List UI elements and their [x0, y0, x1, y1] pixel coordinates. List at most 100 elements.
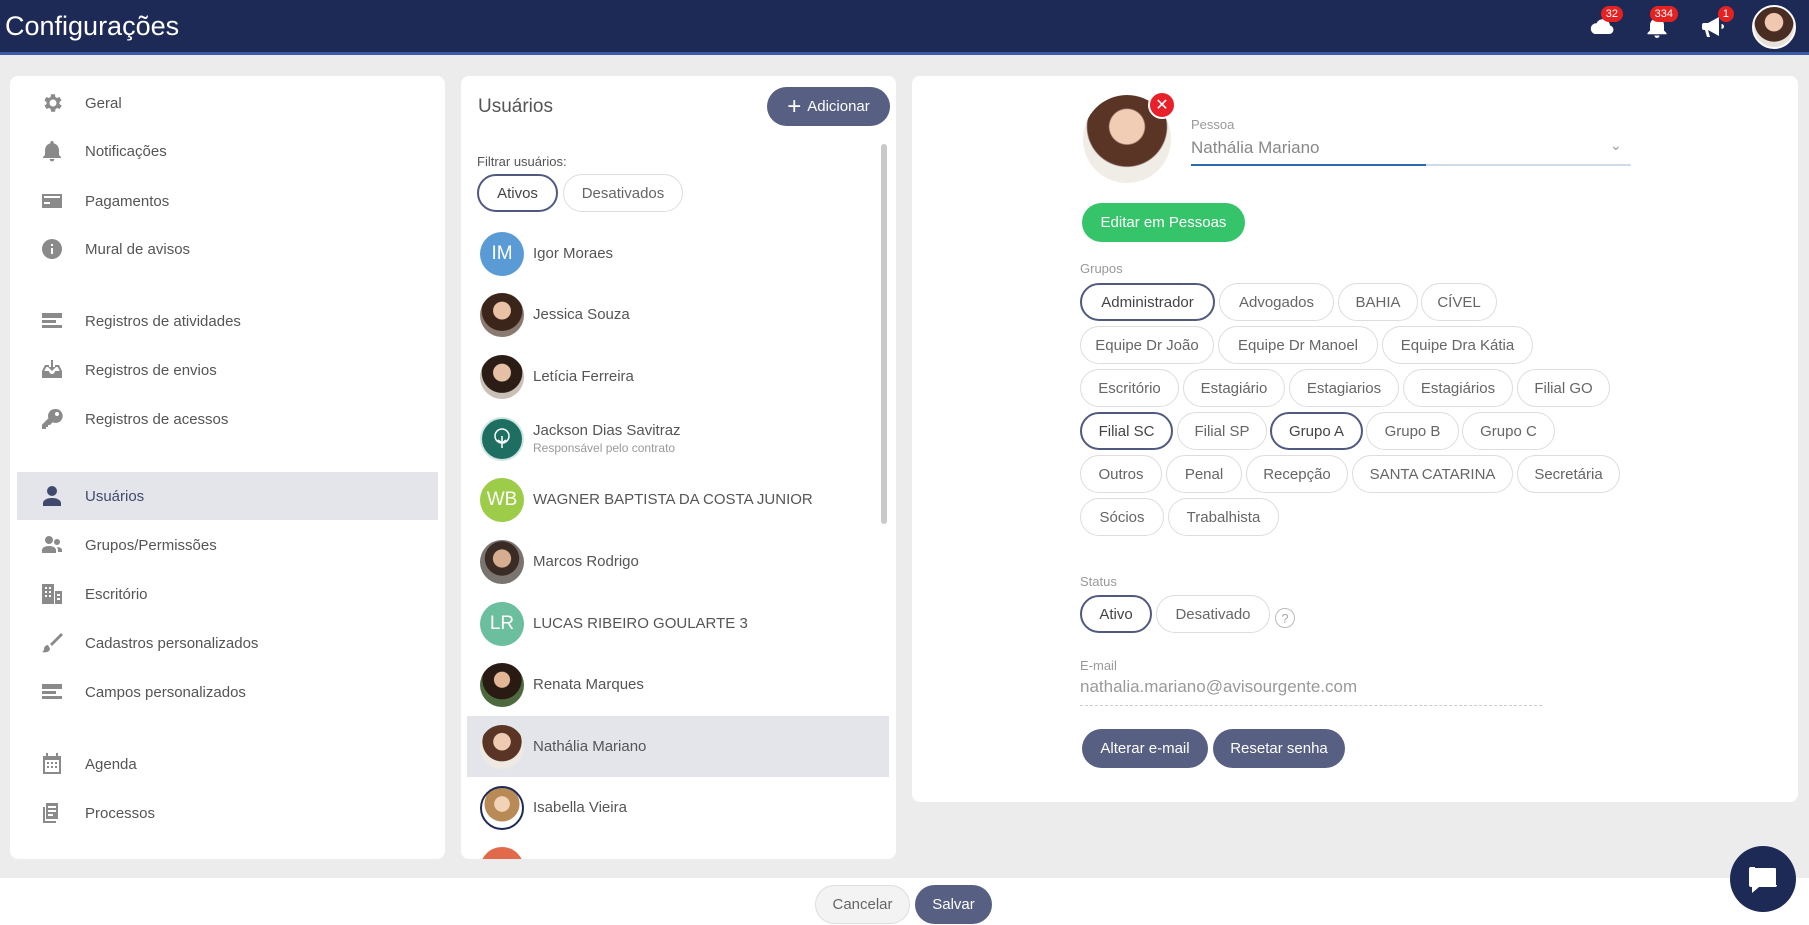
credit-card-icon: [39, 188, 65, 214]
status-label: Status: [1080, 574, 1117, 589]
status-ativo[interactable]: Ativo: [1080, 595, 1152, 633]
sidebar-item-notificacoes[interactable]: Notificações: [17, 127, 438, 175]
sidebar-item-label: Registros de acessos: [85, 410, 229, 428]
group-chip-trabalhista[interactable]: Trabalhista: [1168, 498, 1279, 536]
cloud-button[interactable]: 32: [1585, 6, 1623, 44]
users-icon: [39, 532, 65, 558]
group-chip-administrador[interactable]: Administrador: [1080, 283, 1215, 321]
sidebar-item-label: Cadastros personalizados: [85, 634, 259, 652]
info-icon: [39, 236, 65, 262]
group-chip-escritorio[interactable]: Escritório: [1080, 369, 1179, 407]
group-chip-equipe-dr-joao[interactable]: Equipe Dr João: [1080, 326, 1214, 364]
notifications-button[interactable]: 334: [1640, 6, 1678, 44]
group-chip-equipe-dr-manoel[interactable]: Equipe Dr Manoel: [1218, 326, 1378, 364]
group-chip-santa-catarina[interactable]: SANTA CATARINA: [1352, 455, 1513, 493]
group-chip-civel[interactable]: CÍVEL: [1421, 283, 1497, 321]
group-chip-estagiario[interactable]: Estagiário: [1183, 369, 1285, 407]
group-chip-equipe-dra-katia[interactable]: Equipe Dra Kátia: [1382, 326, 1533, 364]
sidebar-item-registros-de-envios[interactable]: Registros de envios: [17, 346, 438, 394]
chat-button[interactable]: [1730, 846, 1796, 912]
sidebar-item-label: Notificações: [85, 142, 167, 160]
group-chip-grupo-a[interactable]: Grupo A: [1270, 412, 1363, 450]
reset-password-button[interactable]: Resetar senha: [1213, 729, 1345, 768]
avatar: IM: [480, 231, 524, 276]
sidebar-item-label: Usuários: [85, 487, 145, 505]
group-chip-socios[interactable]: Sócios: [1080, 498, 1164, 536]
users-panel: Usuários + Adicionar Filtrar usuários: A…: [461, 76, 896, 859]
add-user-button[interactable]: + Adicionar: [767, 87, 890, 126]
sidebar-item-label: Registros de atividades: [85, 312, 241, 330]
person-label: Pessoa: [1191, 117, 1235, 132]
avatar: [480, 292, 524, 337]
sidebar-item-escritorio[interactable]: Escritório: [17, 570, 438, 618]
user-row[interactable]: [467, 838, 889, 859]
inbox-icon: [39, 357, 65, 383]
email-underline: [1080, 705, 1542, 706]
avatar: [480, 416, 524, 461]
sidebar-item-agenda[interactable]: Agenda: [17, 740, 438, 788]
key-icon: [39, 406, 65, 432]
email-field: nathalia.mariano@avisourgente.com: [1080, 677, 1358, 696]
user-row[interactable]: IM Igor Moraes: [467, 223, 889, 284]
save-button[interactable]: Salvar: [915, 885, 992, 924]
sidebar-item-label: Registros de envios: [85, 361, 217, 379]
sidebar-item-cadastros-personalizados[interactable]: Cadastros personalizados: [17, 619, 438, 667]
group-chip-penal[interactable]: Penal: [1166, 455, 1242, 493]
group-chip-estagiarios[interactable]: Estagiarios: [1289, 369, 1399, 407]
user-row[interactable]: Letícia Ferreira: [467, 346, 889, 407]
sidebar-item-label: Mural de avisos: [85, 240, 191, 258]
group-chip-bahia[interactable]: BAHIA: [1338, 283, 1418, 321]
filter-ativos[interactable]: Ativos: [477, 174, 558, 212]
announcements-button[interactable]: 1: [1696, 6, 1734, 44]
group-chip-filial-go[interactable]: Filial GO: [1517, 369, 1610, 407]
bell-icon: [39, 138, 65, 164]
user-row[interactable]: Nathália Mariano: [467, 716, 889, 777]
sidebar-item-label: Grupos/Permissões: [85, 536, 217, 554]
group-chip-filial-sp[interactable]: Filial SP: [1177, 412, 1267, 450]
gear-icon: [39, 90, 65, 116]
sidebar-item-geral[interactable]: Geral: [17, 79, 438, 127]
group-chip-secretaria[interactable]: Secretária: [1517, 455, 1620, 493]
group-chip-outros[interactable]: Outros: [1080, 455, 1162, 493]
sidebar-item-label: Escritório: [85, 585, 148, 603]
sidebar-item-registros-de-acessos[interactable]: Registros de acessos: [17, 395, 438, 443]
sidebar-item-pagamentos[interactable]: Pagamentos: [17, 177, 438, 225]
group-chip-recepcao[interactable]: Recepção: [1246, 455, 1348, 493]
user-avatar[interactable]: [1752, 5, 1796, 49]
cancel-button[interactable]: Cancelar: [815, 885, 910, 924]
brush-icon: [39, 630, 65, 656]
sidebar-item-processos[interactable]: Processos: [17, 789, 438, 837]
avatar: [480, 662, 524, 707]
remove-photo-button[interactable]: ✕: [1148, 91, 1176, 119]
help-icon[interactable]: ?: [1275, 608, 1295, 628]
group-chip-grupo-b[interactable]: Grupo B: [1366, 412, 1459, 450]
person-select[interactable]: Nathália Mariano: [1191, 138, 1320, 158]
user-row[interactable]: Marcos Rodrigo: [467, 531, 889, 592]
group-chip-estagiarios-accent[interactable]: Estagiários: [1403, 369, 1513, 407]
sidebar-item-mural-de-avisos[interactable]: Mural de avisos: [17, 225, 438, 273]
tree-logo-icon: [494, 427, 510, 448]
edit-in-people-button[interactable]: Editar em Pessoas: [1082, 203, 1245, 242]
filter-desativados[interactable]: Desativados: [563, 174, 683, 212]
sidebar-item-usuarios[interactable]: Usuários: [17, 472, 438, 520]
user-row[interactable]: WB WAGNER BAPTISTA DA COSTA JUNIOR: [467, 469, 889, 530]
user-row[interactable]: Jackson Dias Savitraz Responsável pelo c…: [467, 408, 889, 469]
user-row[interactable]: LR LUCAS RIBEIRO GOULARTE 3: [467, 593, 889, 654]
group-chip-grupo-c[interactable]: Grupo C: [1462, 412, 1555, 450]
sidebar-item-label: Pagamentos: [85, 192, 170, 210]
group-chip-filial-sc[interactable]: Filial SC: [1080, 412, 1173, 450]
avatar: [480, 846, 524, 859]
chevron-down-icon[interactable]: ⌄: [1610, 137, 1622, 154]
user-row[interactable]: Renata Marques: [467, 654, 889, 715]
sidebar-item-registros-de-atividades[interactable]: Registros de atividades: [17, 297, 438, 345]
sidebar-item-grupos-permissoes[interactable]: Grupos/Permissões: [17, 521, 438, 569]
group-chip-advogados[interactable]: Advogados: [1219, 283, 1334, 321]
user-row[interactable]: Jessica Souza: [467, 284, 889, 345]
change-email-button[interactable]: Alterar e-mail: [1082, 729, 1208, 768]
chat-icon: [1749, 866, 1778, 893]
building-icon: [39, 581, 65, 607]
cloud-badge: 32: [1600, 6, 1623, 22]
status-desativado[interactable]: Desativado: [1156, 595, 1270, 633]
sidebar-item-campos-personalizados[interactable]: Campos personalizados: [17, 668, 438, 716]
user-row[interactable]: Isabella Vieira: [467, 777, 889, 838]
